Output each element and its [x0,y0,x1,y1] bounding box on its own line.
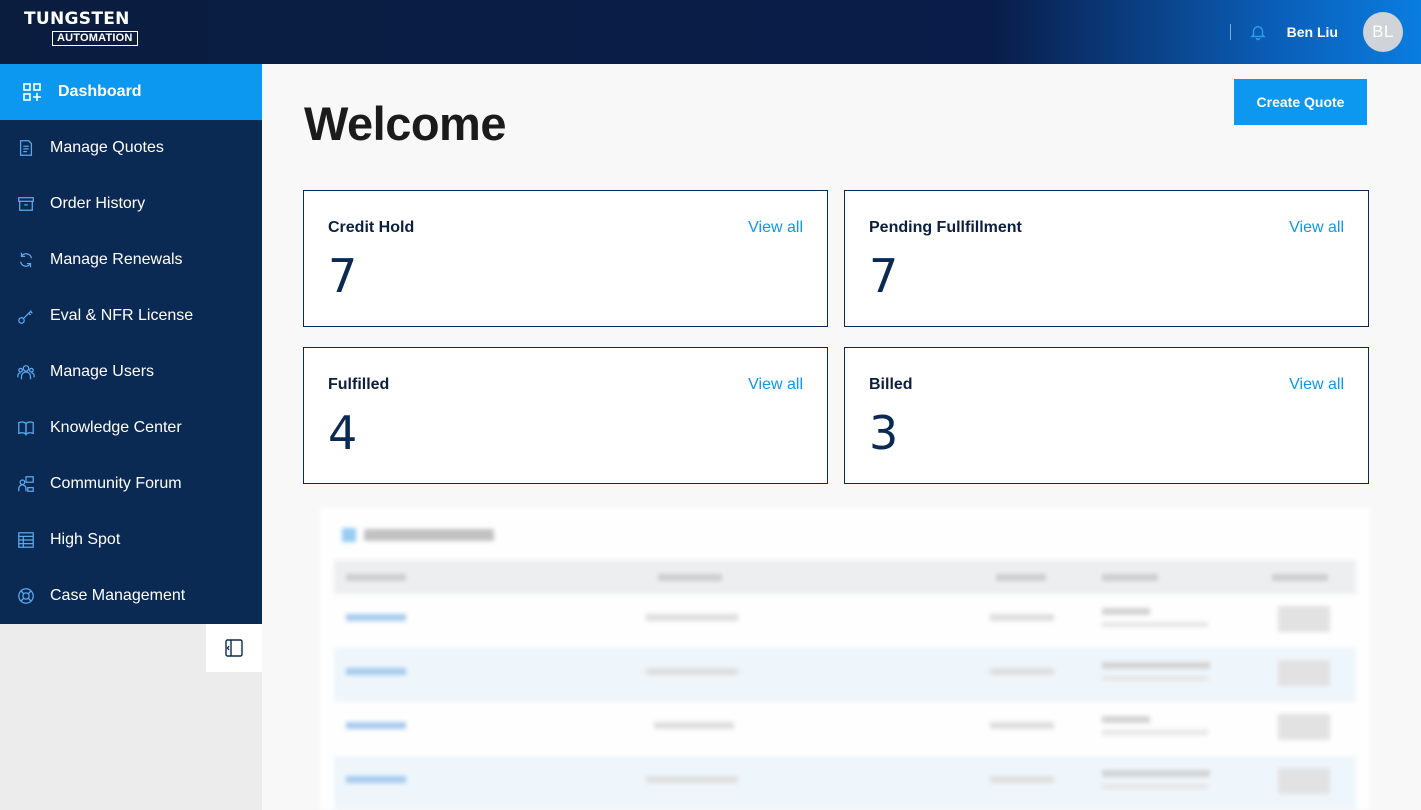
sidebar-item-label: Eval & NFR License [50,307,194,324]
sidebar-item-label: Community Forum [50,475,182,492]
key-icon [16,306,36,326]
sidebar-item-label: Manage Users [50,363,155,380]
cell [646,614,738,621]
user-name[interactable]: Ben Liu [1287,24,1338,40]
cell [1102,770,1210,777]
refresh-icon [16,250,36,270]
heading-placeholder [364,529,494,541]
collapse-sidebar-button[interactable] [206,624,262,672]
order-link[interactable] [346,776,406,783]
card-value: 4 [328,406,358,460]
logo-wordmark: TUNGSTEN [24,9,130,29]
top-header: TUNGSTEN AUTOMATION Ben Liu BL [0,0,1421,64]
column-header [1102,573,1158,581]
sidebar-item-manage-renewals[interactable]: Manage Renewals [0,232,262,288]
view-all-link[interactable]: View all [748,219,803,237]
orders-icon [342,528,356,542]
table-row[interactable] [334,756,1356,810]
sidebar-item-label: Dashboard [58,83,142,100]
cell [1278,606,1330,632]
cell [1102,730,1208,735]
column-header [1272,573,1328,581]
bell-icon[interactable] [1249,23,1267,41]
sidebar-item-order-history[interactable]: Order History [0,176,262,232]
table-row[interactable] [334,594,1356,648]
cell [990,722,1054,729]
sidebar-item-knowledge-center[interactable]: Knowledge Center [0,400,262,456]
table-row[interactable] [334,648,1356,702]
sidebar-item-label: Knowledge Center [50,419,182,436]
sidebar: Dashboard Manage Quotes Order History Ma… [0,64,262,624]
cell [1102,784,1208,789]
cell [646,776,738,783]
cell [1102,622,1208,627]
document-icon [16,138,36,158]
lifebuoy-icon [16,586,36,606]
cell [1102,662,1210,669]
sidebar-item-label: Order History [50,195,146,212]
book-icon [16,418,36,438]
card-title: Credit Hold [328,219,415,236]
view-all-link[interactable]: View all [1289,376,1344,394]
order-link[interactable] [346,614,406,621]
table-row[interactable] [334,702,1356,756]
cell [1102,676,1208,681]
sidebar-item-eval-nfr-license[interactable]: Eval & NFR License [0,288,262,344]
sidebar-item-label: High Spot [50,531,121,548]
recent-orders-heading [342,528,494,542]
cell [990,614,1054,621]
card-value: 3 [869,406,899,460]
cell [1102,716,1150,723]
sidebar-item-manage-users[interactable]: Manage Users [0,344,262,400]
column-header [346,573,406,581]
sidebar-item-high-spot[interactable]: High Spot [0,512,262,568]
sidebar-collapse-icon [225,639,243,657]
sidebar-item-label: Case Management [50,587,186,604]
sidebar-item-community-forum[interactable]: Community Forum [0,456,262,512]
sidebar-item-label: Manage Quotes [50,139,164,156]
header-divider [1229,24,1231,40]
spreadsheet-icon [16,530,36,550]
cell [1102,608,1150,615]
recent-orders-panel [320,508,1370,810]
create-quote-button[interactable]: Create Quote [1234,79,1367,125]
page-title: Welcome [304,97,507,150]
view-all-link[interactable]: View all [1289,219,1344,237]
sidebar-item-dashboard[interactable]: Dashboard [0,64,262,120]
sidebar-item-label: Manage Renewals [50,251,183,268]
dashboard-icon [22,82,42,102]
stat-card-pending-fulfillment: Pending Fullfillment View all 7 [844,190,1369,327]
order-link[interactable] [346,668,406,675]
users-icon [16,362,36,382]
card-title: Pending Fullfillment [869,219,1022,236]
card-title: Fulfilled [328,376,390,393]
cell [990,668,1054,675]
order-link[interactable] [346,722,406,729]
header-actions: Ben Liu BL [1229,12,1403,52]
tungsten-logo[interactable]: TUNGSTEN AUTOMATION [24,11,138,46]
cell [646,668,738,675]
archive-icon [16,194,36,214]
column-header [658,573,722,581]
cell [1278,714,1330,740]
logo-subtitle: AUTOMATION [52,31,138,46]
sidebar-item-manage-quotes[interactable]: Manage Quotes [0,120,262,176]
stat-card-fulfilled: Fulfilled View all 4 [303,347,828,484]
stat-card-credit-hold: Credit Hold View all 7 [303,190,828,327]
card-value: 7 [328,249,358,303]
column-header [996,573,1046,581]
cell [1278,660,1330,686]
card-title: Billed [869,376,913,393]
cell [1278,768,1330,794]
cell [990,776,1054,783]
community-icon [16,474,36,494]
stat-card-billed: Billed View all 3 [844,347,1369,484]
table-header [334,560,1356,594]
avatar[interactable]: BL [1363,12,1403,52]
cell [654,722,734,729]
view-all-link[interactable]: View all [748,376,803,394]
sidebar-item-case-management[interactable]: Case Management [0,568,262,624]
card-value: 7 [869,249,899,303]
